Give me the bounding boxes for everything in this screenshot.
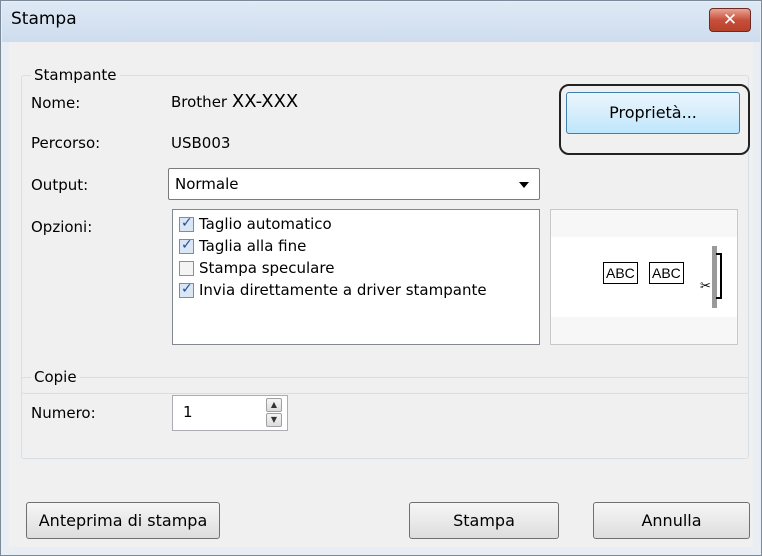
options-label: Opzioni: <box>31 218 93 236</box>
printer-name-model: XX-XXX <box>231 91 299 112</box>
printer-name-label: Nome: <box>31 94 81 112</box>
mirror-print-label: Stampa speculare <box>199 259 335 277</box>
cutter-mark-icon <box>716 253 722 299</box>
copies-number-value: 1 <box>183 403 193 421</box>
print-button-label: Stampa <box>453 511 515 530</box>
printer-name-value: Brother XX-XXX <box>171 91 298 112</box>
send-to-driver-label: Invia direttamente a driver stampante <box>199 281 487 299</box>
send-to-driver-checkbox[interactable] <box>179 281 194 298</box>
mirror-print-checkbox[interactable] <box>179 261 194 276</box>
cancel-button-label: Annulla <box>641 511 702 530</box>
scissors-icon: ✂ <box>700 279 711 294</box>
title-bar[interactable]: Stampa ✕ <box>2 2 760 42</box>
cancel-button[interactable]: Annulla <box>593 502 750 539</box>
copies-decrement-button[interactable]: ▼ <box>266 413 282 427</box>
print-preview-button[interactable]: Anteprima di stampa <box>26 502 220 539</box>
printer-name-brand: Brother <box>171 93 228 111</box>
output-selected-value: Normale <box>175 175 239 193</box>
print-button[interactable]: Stampa <box>409 502 559 539</box>
properties-highlight <box>559 84 750 155</box>
cut-at-end-label: Taglia alla fine <box>199 237 307 255</box>
output-label: Output: <box>31 176 89 194</box>
preview-label-2: ABC <box>649 262 684 284</box>
print-preview-button-label: Anteprima di stampa <box>38 511 208 530</box>
copies-increment-button[interactable]: ▲ <box>266 398 282 412</box>
printer-path-label: Percorso: <box>31 134 101 152</box>
chevron-down-icon[interactable] <box>519 182 529 188</box>
copies-number-label: Numero: <box>31 404 96 422</box>
printer-group-legend: Stampante <box>31 66 120 84</box>
close-button[interactable]: ✕ <box>709 8 751 32</box>
preview-label-1: ABC <box>603 262 638 284</box>
copies-groupbox <box>21 377 749 459</box>
printer-path-value: USB003 <box>171 134 231 152</box>
output-select[interactable]: Normale <box>168 168 540 200</box>
cut-at-end-checkbox[interactable] <box>179 237 194 254</box>
close-icon: ✕ <box>722 10 738 30</box>
window-title: Stampa <box>11 9 77 29</box>
print-dialog: Stampa ✕ Stampante Nome: Brother XX-XXX … <box>0 0 762 556</box>
auto-cut-checkbox[interactable] <box>179 215 194 232</box>
preview-tape <box>551 237 737 317</box>
options-list: Taglio automatico Taglia alla fine Stamp… <box>172 209 540 345</box>
auto-cut-label: Taglio automatico <box>199 215 332 233</box>
copies-number-field[interactable]: 1 ▲ ▼ <box>172 395 288 431</box>
label-preview: ABC ABC ✂ <box>550 209 738 345</box>
copies-group-legend: Copie <box>31 368 80 386</box>
